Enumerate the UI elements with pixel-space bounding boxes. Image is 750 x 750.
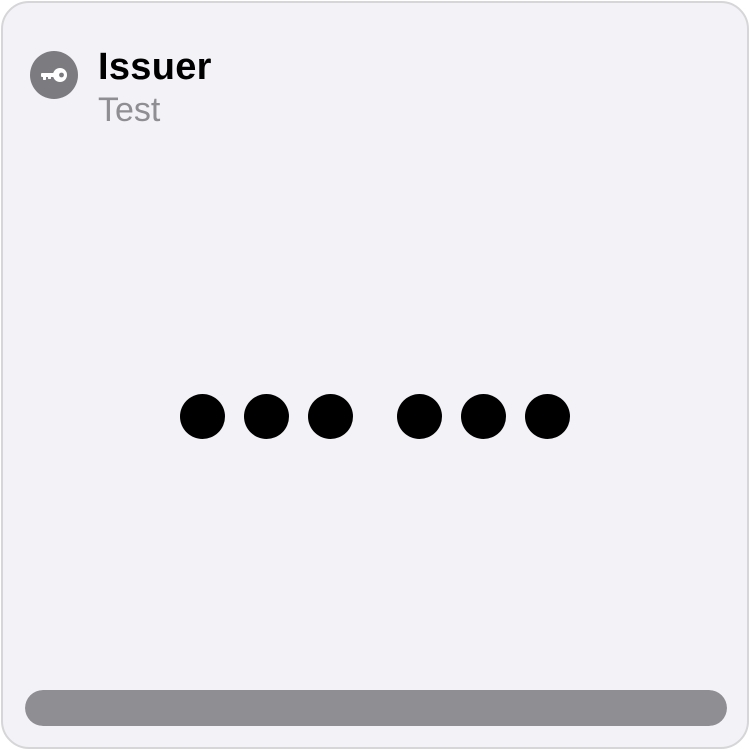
code-digit-mask [180,394,225,439]
issuer-name: Issuer [98,46,212,88]
card-header: Issuer Test [30,46,212,131]
time-remaining-bar [25,690,727,726]
account-name: Test [98,91,161,129]
code-digit-mask [244,394,289,439]
code-group [397,394,570,439]
code-digit-mask [525,394,570,439]
time-remaining-fill [25,690,727,726]
code-group [180,394,353,439]
otp-card[interactable]: Issuer Test [1,1,749,749]
key-icon [30,51,78,99]
code-digit-mask [397,394,442,439]
hidden-code[interactable] [3,394,747,439]
code-digit-mask [308,394,353,439]
code-digit-mask [461,394,506,439]
